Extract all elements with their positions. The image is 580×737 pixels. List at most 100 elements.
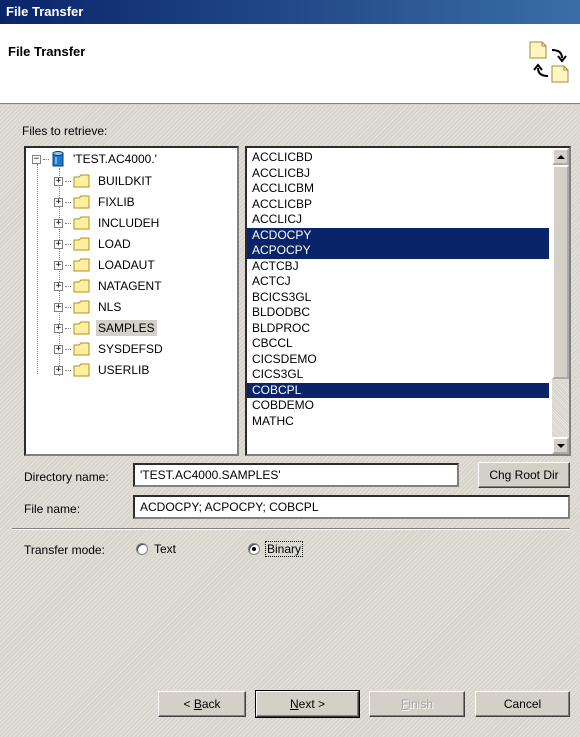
file-list-scrollbar[interactable] xyxy=(552,148,569,454)
list-item[interactable]: COBCPL xyxy=(247,382,549,398)
tree-item-label: FIXLIB xyxy=(98,195,135,209)
list-item[interactable]: ACCLICBD xyxy=(247,150,549,166)
file-name-label: File name: xyxy=(24,502,81,516)
tree-dotline xyxy=(65,201,71,203)
tree-item-nls[interactable]: + NLS xyxy=(54,297,123,317)
file-list-items: ACCLICBD ACCLICBJ ACCLICBM ACCLICBP ACCL… xyxy=(247,150,549,429)
expand-icon[interactable]: + xyxy=(54,239,63,249)
tree-item-loadaut[interactable]: + LOADAUT xyxy=(54,255,157,275)
list-item[interactable]: BLDPROC xyxy=(247,321,549,337)
list-item[interactable]: BCICS3GL xyxy=(247,290,549,306)
tree-dotline xyxy=(65,306,71,308)
tree-item-includeh[interactable]: + INCLUDEH xyxy=(54,213,161,233)
list-item[interactable]: CICS3GL xyxy=(247,367,549,383)
tree-root[interactable]: − 'TEST.AC4000.' xyxy=(32,149,159,169)
folder-icon xyxy=(73,321,90,335)
radio-button[interactable] xyxy=(248,543,260,555)
scroll-down-button[interactable] xyxy=(552,437,569,454)
tree-item-buildkit[interactable]: + BUILDKIT xyxy=(54,171,154,191)
list-item[interactable]: COBDEMO xyxy=(247,398,549,414)
list-item[interactable]: CICSDEMO xyxy=(247,352,549,368)
expand-icon[interactable]: + xyxy=(54,197,63,207)
tree-item-natagent[interactable]: + NATAGENT xyxy=(54,276,164,296)
radio-button[interactable] xyxy=(136,543,148,555)
list-item[interactable]: MATHC xyxy=(247,414,549,430)
tree-connector xyxy=(37,164,38,374)
list-item[interactable]: ACCLICBJ xyxy=(247,166,549,182)
tree-item-label: LOADAUT xyxy=(98,258,155,272)
list-item[interactable]: ACTCJ xyxy=(247,274,549,290)
tree-dotline xyxy=(65,180,71,182)
folder-icon xyxy=(73,174,90,188)
expand-icon[interactable]: + xyxy=(54,302,63,312)
expand-icon[interactable]: + xyxy=(54,176,63,186)
next-button[interactable]: Next > xyxy=(255,690,360,718)
list-item[interactable]: ACCLICBP xyxy=(247,197,549,213)
scroll-thumb[interactable] xyxy=(552,165,569,379)
expand-icon[interactable]: + xyxy=(54,281,63,291)
collapse-icon[interactable]: − xyxy=(32,154,41,164)
tree-item-label: SAMPLES xyxy=(96,320,157,336)
scroll-up-button[interactable] xyxy=(552,148,569,165)
list-item[interactable]: ACCLICBM xyxy=(247,181,549,197)
expand-icon[interactable]: + xyxy=(54,218,63,228)
tree-root-label: 'TEST.AC4000.' xyxy=(73,152,157,166)
chg-root-dir-button[interactable]: Chg Root Dir xyxy=(478,462,570,488)
list-item[interactable]: ACDOCPY xyxy=(247,227,549,243)
tree-dotline xyxy=(65,222,71,224)
folder-icon xyxy=(73,258,90,272)
list-item[interactable]: BLDODBC xyxy=(247,305,549,321)
folder-icon xyxy=(73,195,90,209)
expand-icon[interactable]: + xyxy=(54,344,63,354)
list-item[interactable]: CBCCL xyxy=(247,336,549,352)
tree-item-userlib[interactable]: + USERLIB xyxy=(54,360,151,380)
list-item[interactable]: ACPOCPY xyxy=(247,243,549,259)
back-button-prefix: < xyxy=(183,697,194,711)
directory-name-field[interactable]: 'TEST.AC4000.SAMPLES' xyxy=(133,463,459,487)
tree-dotline xyxy=(65,348,71,350)
transfer-mode-binary-radio[interactable]: Binary xyxy=(248,541,304,557)
page-title: File Transfer xyxy=(8,44,86,59)
folder-icon xyxy=(73,237,90,251)
tree-item-label: SYSDEFSD xyxy=(98,342,163,356)
back-button-rest: ack xyxy=(201,697,221,711)
tree-dotline xyxy=(65,243,71,245)
wizard-header: File Transfer xyxy=(0,24,580,104)
file-transfer-icon xyxy=(529,41,569,83)
file-name-field[interactable]: ACDOCPY; ACPOCPY; COBCPL xyxy=(133,495,570,519)
arrow-up-icon xyxy=(556,154,565,159)
expand-icon[interactable]: + xyxy=(54,365,63,375)
folder-icon xyxy=(73,279,90,293)
expand-icon[interactable]: + xyxy=(54,260,63,270)
window-title: File Transfer xyxy=(6,4,84,19)
tree-item-label: BUILDKIT xyxy=(98,174,153,188)
tree-item-samples[interactable]: + SAMPLES xyxy=(54,318,157,338)
list-item[interactable]: ACTCBJ xyxy=(247,259,549,275)
finish-button-mnemonic: F xyxy=(400,697,409,711)
tree-dotline xyxy=(65,327,71,329)
finish-button-rest: inish xyxy=(408,697,434,711)
transfer-mode-text-radio[interactable]: Text xyxy=(136,542,176,556)
folder-icon xyxy=(73,342,90,356)
window-titlebar[interactable]: File Transfer xyxy=(0,0,580,24)
tree-item-sysdefsd[interactable]: + SYSDEFSD xyxy=(54,339,165,359)
file-list[interactable]: ACCLICBD ACCLICBJ ACCLICBM ACCLICBP ACCL… xyxy=(245,146,571,456)
folder-tree[interactable]: − 'TEST.AC4000.' + BUILDKIT + FIXLIB + I… xyxy=(24,146,239,456)
tree-dotline xyxy=(65,285,71,287)
cancel-button[interactable]: Cancel xyxy=(475,691,570,717)
tree-item-fixlib[interactable]: + FIXLIB xyxy=(54,192,137,212)
tree-dotline xyxy=(65,369,71,371)
expand-icon[interactable]: + xyxy=(54,323,63,333)
folder-icon xyxy=(73,300,90,314)
tree-dotline xyxy=(65,264,71,266)
tree-item-label: USERLIB xyxy=(98,363,150,377)
radio-label: Text xyxy=(154,542,177,556)
radio-label: Binary xyxy=(264,541,304,557)
back-button-mnemonic: B xyxy=(193,697,202,711)
finish-button[interactable]: Finish xyxy=(369,691,465,717)
files-to-retrieve-label: Files to retrieve: xyxy=(22,124,108,138)
list-item[interactable]: ACCLICJ xyxy=(247,212,549,228)
tree-item-load[interactable]: + LOAD xyxy=(54,234,133,254)
tree-item-label: NLS xyxy=(98,300,122,314)
back-button[interactable]: < Back xyxy=(158,691,246,717)
